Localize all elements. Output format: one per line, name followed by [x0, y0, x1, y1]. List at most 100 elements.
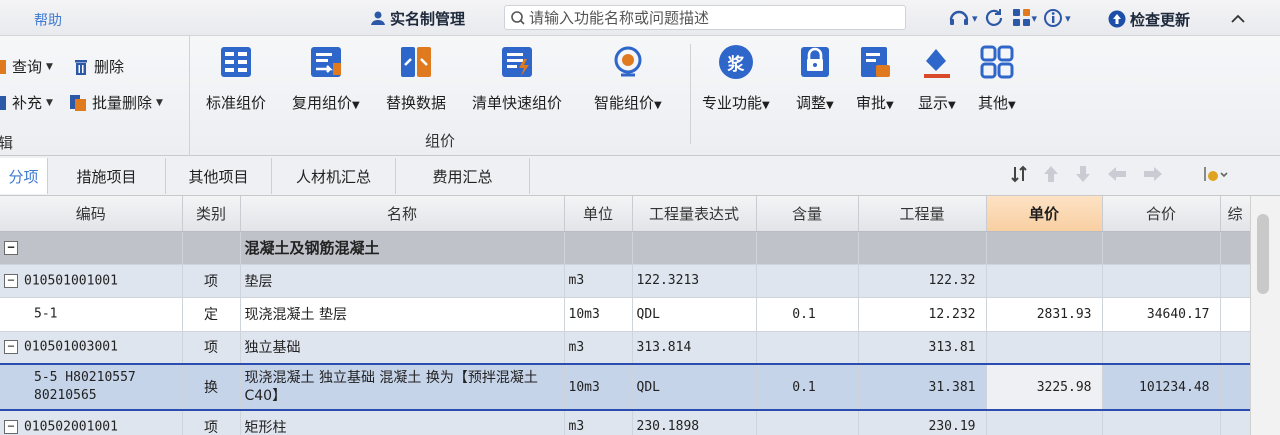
table-row[interactable]: −010501001001 项 垫层 m3 122.3213 122.32	[0, 264, 1250, 298]
function-search[interactable]	[504, 5, 906, 30]
standard-pricing-label: 标准组价	[206, 94, 267, 112]
professional-icon-char: 浆	[718, 45, 753, 79]
sort-icon[interactable]	[1010, 164, 1028, 188]
row-unit[interactable]: m3	[564, 331, 633, 365]
row-name[interactable]: 独立基础	[240, 331, 565, 365]
pricing-group-label: 组价	[425, 132, 456, 150]
approve-button[interactable]: 审批▼	[856, 44, 894, 118]
tab-cost-summary[interactable]: 费用汇总	[396, 158, 530, 194]
realname-label: 实名制管理	[390, 9, 466, 28]
row-name[interactable]: 现浇混凝土 垫层	[240, 297, 565, 332]
row-content[interactable]	[756, 331, 859, 365]
table-row[interactable]: −010502001001 项 矩形柱 m3 230.1898 230.19	[0, 410, 1250, 435]
row-unit[interactable]: 10m3	[564, 297, 633, 332]
info-icon[interactable]: ▾	[1043, 8, 1071, 28]
row-content[interactable]	[756, 410, 859, 435]
row-expr[interactable]: 313.814	[632, 331, 757, 365]
row-expr[interactable]: 122.3213	[632, 264, 757, 298]
move-down-icon[interactable]	[1074, 164, 1092, 188]
row-price[interactable]	[986, 410, 1103, 435]
refresh-icon[interactable]	[984, 8, 1006, 28]
group-row[interactable]: − 混凝土及钢筋混凝土	[0, 231, 1250, 265]
row-unit[interactable]: 10m3	[564, 363, 633, 411]
row-qty: 230.19	[858, 410, 987, 435]
realname-management-button[interactable]: 实名制管理	[370, 7, 465, 29]
search-input[interactable]	[529, 8, 889, 27]
row-qty: 12.232	[858, 297, 987, 332]
vertical-scrollbar[interactable]	[1250, 196, 1280, 435]
collapse-ribbon-icon[interactable]	[1228, 9, 1248, 29]
row-expr[interactable]: QDL	[632, 363, 757, 411]
row-price[interactable]	[986, 264, 1103, 298]
col-name-header[interactable]: 名称	[240, 196, 565, 232]
row-tools	[1010, 164, 1228, 188]
move-up-icon[interactable]	[1042, 164, 1060, 188]
professional-button[interactable]: 浆 专业功能▼	[702, 44, 770, 118]
tab-material-summary[interactable]: 人材机汇总	[272, 158, 396, 194]
tab-measures[interactable]: 措施项目	[48, 158, 166, 194]
supplement-button[interactable]: 补充 ▼	[0, 92, 53, 113]
row-expr[interactable]: 230.1898	[632, 410, 757, 435]
delete-button[interactable]: 删除	[72, 56, 124, 77]
row-name[interactable]: 矩形柱	[240, 410, 565, 435]
row-content[interactable]: 0.1	[756, 297, 859, 332]
move-right-icon[interactable]	[1142, 165, 1164, 187]
col-code-header[interactable]: 编码	[0, 196, 183, 232]
quick-pricing-label: 清单快速组价	[472, 94, 563, 112]
headset-icon[interactable]: ▾	[948, 8, 978, 28]
query-button[interactable]: 查询 ▼	[0, 56, 53, 77]
row-price[interactable]: 2831.93	[986, 297, 1103, 332]
adjust-button[interactable]: 调整▼	[796, 44, 834, 118]
replace-data-button[interactable]: 替换数据	[386, 44, 446, 118]
table-row[interactable]: −010501003001 项 独立基础 m3 313.814 313.81	[0, 331, 1250, 365]
help-menu[interactable]: 帮助	[34, 10, 62, 30]
trash-icon	[75, 59, 87, 75]
apps-grid-icon[interactable]: ▾	[1012, 8, 1037, 28]
row-qty: 31.381	[858, 363, 987, 411]
other-button[interactable]: 其他▼	[978, 44, 1016, 118]
tab-other-items[interactable]: 其他项目	[166, 158, 272, 194]
standard-pricing-button[interactable]: 标准组价	[206, 44, 266, 118]
row-code: 5-5 H80210557 80210565	[34, 370, 136, 403]
col-type-header[interactable]: 类别	[182, 196, 241, 232]
other-label: 其他▼	[978, 94, 1016, 112]
row-content[interactable]	[756, 264, 859, 298]
col-total-header[interactable]: 合价	[1102, 196, 1221, 232]
row-price[interactable]	[986, 331, 1103, 365]
scrollbar-thumb[interactable]	[1257, 214, 1269, 294]
collapse-toggle[interactable]: −	[4, 241, 18, 255]
collapse-toggle[interactable]: −	[4, 273, 18, 288]
row-expr[interactable]: QDL	[632, 297, 757, 332]
row-price[interactable]: 3225.98	[986, 363, 1103, 411]
table-row-selected[interactable]: 5-5 H80210557 80210565 换 现浇混凝土 独立基础 混凝土 …	[0, 363, 1250, 411]
row-type: 换	[182, 363, 241, 411]
col-expr-header[interactable]: 工程量表达式	[632, 196, 757, 232]
col-unit-header[interactable]: 单位	[564, 196, 633, 232]
check-update-button[interactable]: 检查更新	[1108, 8, 1190, 30]
col-content-header[interactable]: 含量	[756, 196, 859, 232]
adjust-icon	[797, 44, 833, 80]
row-content[interactable]: 0.1	[756, 363, 859, 411]
smart-pricing-button[interactable]: 智能组价▼	[594, 44, 662, 118]
display-icon	[919, 44, 955, 80]
quick-pricing-button[interactable]: 清单快速组价	[472, 44, 562, 118]
tab-fenxiang[interactable]: 分项	[0, 158, 48, 194]
collapse-toggle[interactable]: −	[4, 419, 18, 434]
col-qty-header[interactable]: 工程量	[858, 196, 987, 232]
col-extra-header[interactable]: 综	[1220, 196, 1250, 232]
ribbon-toolbar: 查询 ▼ 删除 补充 ▼ 批量删除 ▼ 辑 标准组价 复用组价▼ 替换数据 清单…	[0, 36, 1280, 156]
row-name[interactable]: 垫层	[240, 264, 565, 298]
display-button[interactable]: 显示▼	[918, 44, 956, 118]
collapse-toggle[interactable]: −	[4, 340, 18, 355]
table-row[interactable]: 5-1 定 现浇混凝土 垫层 10m3 QDL 0.1 12.232 2831.…	[0, 297, 1250, 332]
row-code: 010501001001	[24, 273, 118, 288]
reuse-pricing-button[interactable]: 复用组价▼	[292, 44, 360, 118]
col-price-header[interactable]: 单价	[986, 196, 1103, 232]
row-unit[interactable]: m3	[564, 410, 633, 435]
row-unit[interactable]: m3	[564, 264, 633, 298]
filter-icon[interactable]	[1202, 164, 1228, 188]
row-total	[1102, 264, 1221, 298]
move-left-icon[interactable]	[1106, 165, 1128, 187]
row-name[interactable]: 现浇混凝土 独立基础 混凝土 换为【预拌混凝土 C40】	[240, 363, 565, 411]
batch-delete-button[interactable]: 批量删除 ▼	[68, 92, 163, 113]
